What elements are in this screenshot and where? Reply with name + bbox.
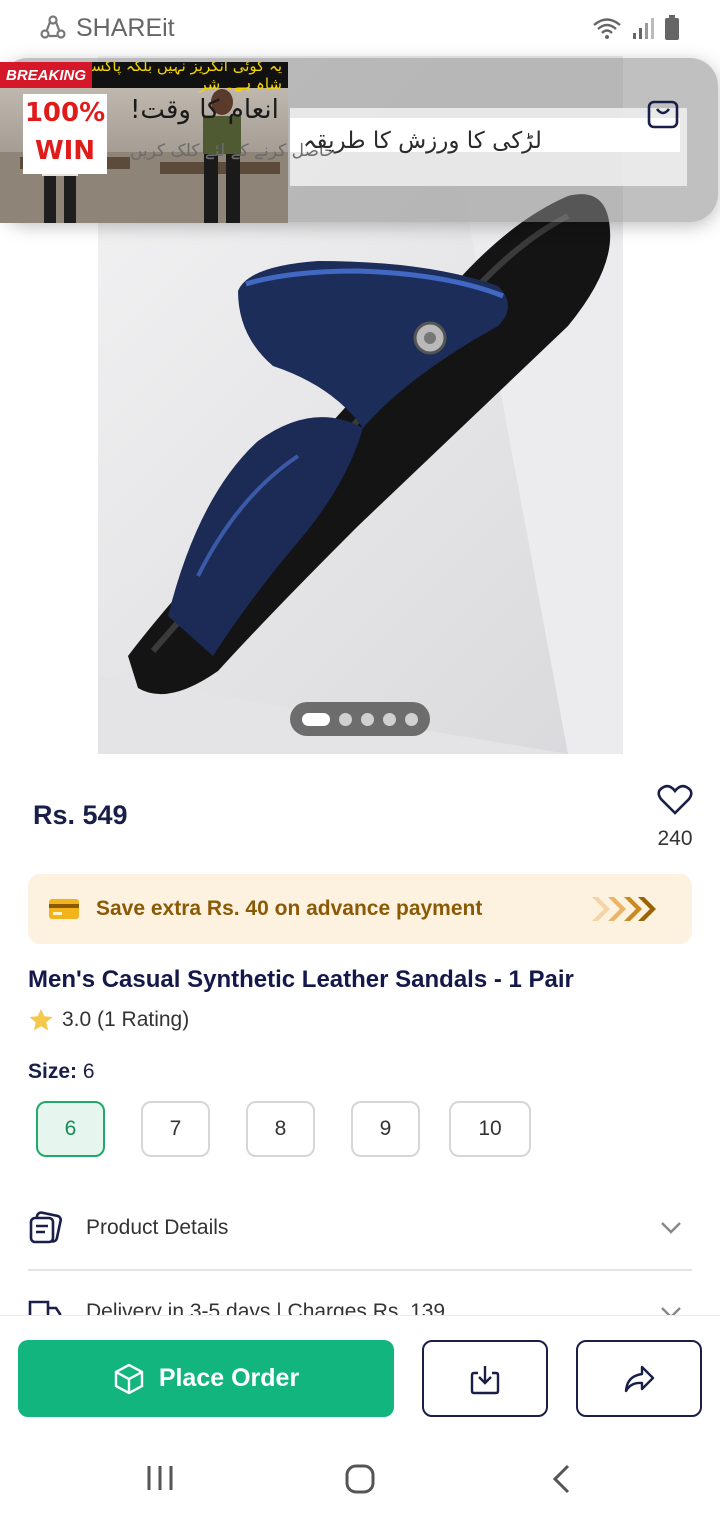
delivery-label: Delivery in 3-5 days | Charges Rs. 139 bbox=[86, 1300, 446, 1315]
size-label: Size: 6 bbox=[28, 1060, 95, 1084]
carousel-dot[interactable] bbox=[339, 712, 352, 726]
shopping-bag-icon[interactable] bbox=[646, 96, 680, 130]
wishlist-count: 240 bbox=[657, 827, 693, 850]
place-order-label: Place Order bbox=[158, 1364, 300, 1392]
bottom-action-bar: Place Order bbox=[0, 1315, 720, 1435]
ad-badge-line2: WIN bbox=[34, 136, 96, 166]
ad-win-badge: 100% WIN bbox=[23, 94, 107, 174]
truck-icon bbox=[28, 1300, 62, 1315]
back-icon[interactable] bbox=[550, 1463, 574, 1495]
product-price: Rs. 549 bbox=[33, 800, 128, 830]
carousel-dot[interactable] bbox=[405, 712, 418, 726]
signal-icon bbox=[633, 18, 654, 39]
download-button[interactable] bbox=[422, 1340, 548, 1417]
size-option-9[interactable]: 9 bbox=[351, 1101, 420, 1157]
carousel-dots bbox=[290, 702, 430, 736]
carousel-dot[interactable] bbox=[383, 712, 396, 726]
chevron-down-icon[interactable] bbox=[660, 1306, 682, 1315]
carousel-dot[interactable] bbox=[302, 712, 330, 726]
status-app-name: SHAREit bbox=[76, 13, 175, 42]
chevron-down-icon[interactable] bbox=[660, 1221, 682, 1235]
size-option-8[interactable]: 8 bbox=[246, 1101, 315, 1157]
wifi-icon bbox=[593, 18, 621, 39]
product-details-row[interactable]: Product Details bbox=[28, 1198, 692, 1258]
home-icon[interactable] bbox=[344, 1463, 376, 1495]
box-icon bbox=[114, 1363, 144, 1394]
system-nav-bar bbox=[0, 1435, 720, 1520]
star-icon bbox=[29, 1009, 53, 1031]
battery-icon bbox=[665, 15, 679, 40]
ad-headline: انعام کا وقت! bbox=[130, 95, 279, 125]
status-app: SHAREit bbox=[40, 14, 175, 43]
share-icon bbox=[624, 1365, 655, 1392]
size-option-7[interactable]: 7 bbox=[141, 1101, 210, 1157]
divider bbox=[28, 1269, 692, 1271]
document-icon bbox=[29, 1211, 62, 1244]
product-title: Men's Casual Synthetic Leather Sandals -… bbox=[28, 966, 574, 993]
ad-badge-line1: 100% bbox=[24, 98, 106, 128]
credit-card-icon bbox=[49, 899, 79, 919]
status-bar: SHAREit bbox=[0, 0, 720, 56]
ad-breaking-label: BREAKING bbox=[0, 62, 93, 88]
carousel-dot[interactable] bbox=[361, 712, 374, 726]
advance-payment-promo[interactable]: Save extra Rs. 40 on advance payment bbox=[28, 874, 692, 944]
shareit-logo-icon bbox=[40, 15, 66, 39]
size-option-6[interactable]: 6 bbox=[36, 1101, 105, 1157]
recent-apps-icon[interactable] bbox=[145, 1463, 175, 1493]
chevrons-right-icon bbox=[592, 897, 656, 921]
size-option-10[interactable]: 10 bbox=[449, 1101, 531, 1157]
size-label-key: Size: bbox=[28, 1060, 78, 1083]
product-rating[interactable]: 3.0 (1 Rating) bbox=[28, 1008, 189, 1032]
place-order-button[interactable]: Place Order bbox=[18, 1340, 394, 1417]
wishlist-button[interactable]: 240 bbox=[650, 784, 700, 851]
download-icon bbox=[470, 1365, 500, 1394]
share-button[interactable] bbox=[576, 1340, 702, 1417]
size-label-value: 6 bbox=[82, 1060, 95, 1083]
product-details-label: Product Details bbox=[86, 1216, 229, 1239]
ad-card-text: لڑکی کا ورزش کا طریقہ bbox=[303, 128, 542, 154]
rating-text: 3.0 (1 Rating) bbox=[62, 1008, 190, 1031]
promo-text: Save extra Rs. 40 on advance payment bbox=[96, 897, 483, 920]
delivery-row[interactable]: Delivery in 3-5 days | Charges Rs. 139 bbox=[28, 1290, 692, 1315]
status-icons bbox=[592, 15, 680, 41]
heart-icon[interactable] bbox=[657, 784, 693, 816]
